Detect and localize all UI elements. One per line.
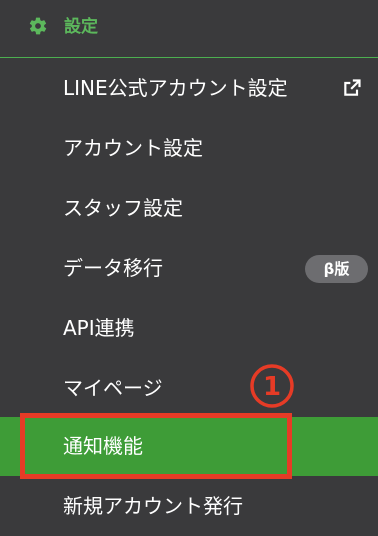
menu-item-label: 新規アカウント発行: [63, 494, 243, 518]
gear-icon: [29, 17, 47, 35]
menu-item-label: マイページ: [63, 376, 163, 400]
menu-item-my-page[interactable]: マイページ: [0, 359, 378, 418]
beta-badge: β版: [305, 255, 368, 283]
external-link-icon: [344, 79, 361, 96]
menu-item-account-settings[interactable]: アカウント設定: [0, 119, 378, 178]
menu-item-label: API連携: [63, 316, 135, 340]
menu-item-new-account[interactable]: 新規アカウント発行: [0, 477, 378, 536]
menu-item-data-migration[interactable]: データ移行 β版: [0, 239, 378, 298]
menu-item-label: データ移行: [63, 256, 163, 280]
step-number-badge: 1: [250, 364, 294, 408]
menu-item-staff-settings[interactable]: スタッフ設定: [0, 179, 378, 238]
menu-item-label: アカウント設定: [63, 136, 203, 160]
step-number-text: 1: [263, 372, 281, 402]
settings-header[interactable]: 設定: [0, 0, 378, 58]
annotation-highlight-box: [20, 413, 292, 479]
menu-item-line-official-account-settings[interactable]: LINE公式アカウント設定: [0, 59, 378, 118]
settings-title: 設定: [64, 17, 98, 37]
menu-item-api-integration[interactable]: API連携: [0, 299, 378, 358]
menu-item-label: LINE公式アカウント設定: [63, 76, 288, 100]
menu-item-label: スタッフ設定: [63, 196, 183, 220]
